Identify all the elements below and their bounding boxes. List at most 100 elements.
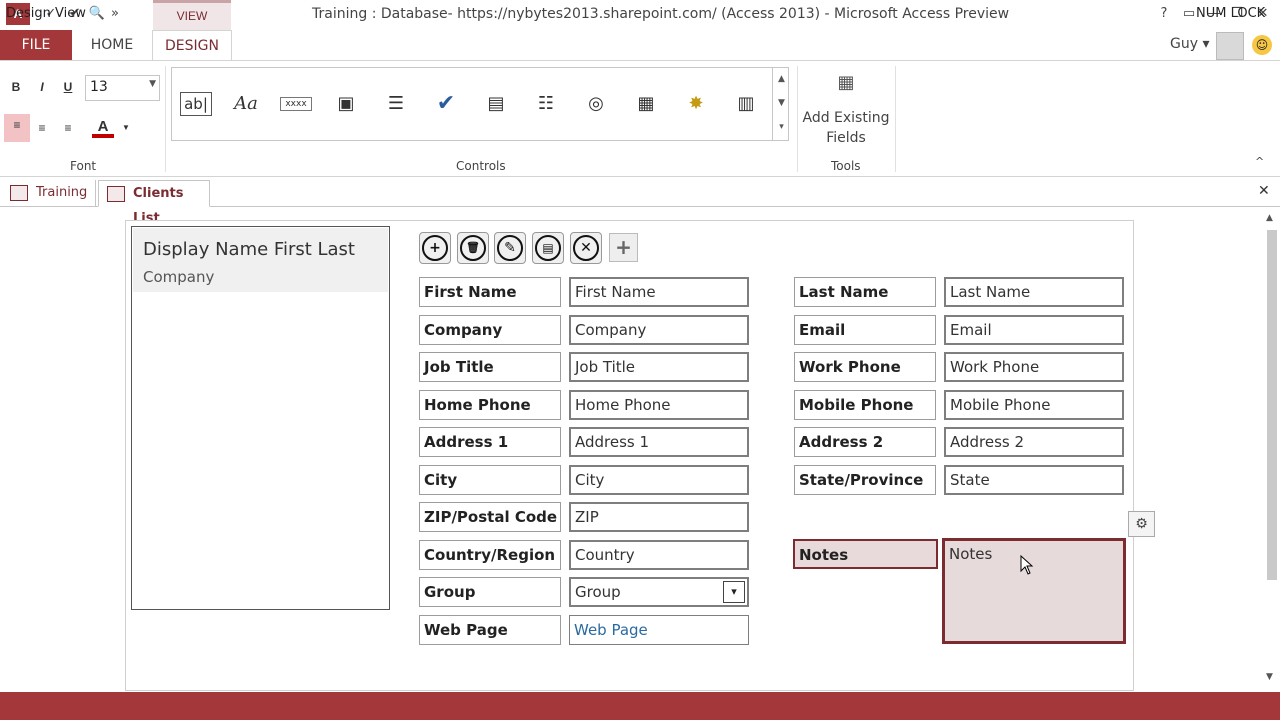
align-left-icon[interactable]: ≡ [4, 114, 30, 142]
tab-file[interactable]: FILE [0, 30, 72, 60]
gallery-more-icon[interactable]: ▾ [773, 115, 790, 139]
label-first-name[interactable]: First Name [419, 277, 561, 307]
label-group[interactable]: Group [419, 577, 561, 607]
label-job-title[interactable]: Job Title [419, 352, 561, 382]
status-view-mode: Design View [6, 6, 86, 21]
group-divider [165, 66, 166, 172]
field-country[interactable]: Country [569, 540, 749, 570]
font-size-select[interactable]: 13 ▼ [85, 75, 160, 101]
delete-action-button[interactable]: 🗑 [457, 232, 489, 264]
label-work-phone[interactable]: Work Phone [794, 352, 936, 382]
edit-action-button[interactable]: ✎ [494, 232, 526, 264]
add-existing-fields-button[interactable]: Add Existing Fields [802, 108, 890, 148]
label-zip[interactable]: ZIP/Postal Code [419, 502, 561, 532]
field-city[interactable]: City [569, 465, 749, 495]
smiley-feedback-icon[interactable]: ☺ [1252, 35, 1272, 55]
web-browser-control-icon[interactable]: ✸ [680, 89, 712, 119]
align-center-icon[interactable]: ≡ [31, 117, 53, 139]
context-tab-view[interactable]: VIEW [153, 0, 231, 30]
autocomplete-icon[interactable]: ☷ [530, 89, 562, 119]
user-name[interactable]: Guy ▾ [1170, 36, 1210, 52]
label-country-region[interactable]: Country/Region [419, 540, 561, 570]
user-menu-icon: ▾ [1202, 36, 1210, 52]
trash-icon: 🗑 [460, 235, 486, 261]
field-first-name[interactable]: First Name [569, 277, 749, 307]
field-group-combobox[interactable]: Group ▾ [569, 577, 749, 607]
underline-button[interactable]: U [57, 76, 79, 98]
label-home-phone[interactable]: Home Phone [419, 390, 561, 420]
help-icon[interactable]: ? [1151, 4, 1177, 24]
avatar[interactable] [1216, 32, 1244, 60]
tools-group-label: Tools [831, 159, 861, 173]
field-work-phone[interactable]: Work Phone [944, 352, 1124, 382]
field-job-title[interactable]: Job Title [569, 352, 749, 382]
font-color-dropdown-icon[interactable]: ▼ [115, 117, 137, 139]
label-address-2[interactable]: Address 2 [794, 427, 936, 457]
list-control[interactable]: Display Name First Last Company [131, 226, 390, 610]
vertical-scrollbar[interactable]: ▲ ▼ [1262, 210, 1280, 690]
scroll-thumb[interactable] [1267, 230, 1277, 580]
list-item[interactable]: Display Name First Last Company [133, 228, 388, 292]
gallery-up-icon[interactable]: ▲ [773, 67, 790, 91]
label-email[interactable]: Email [794, 315, 936, 345]
label-web-page[interactable]: Web Page [419, 615, 561, 645]
italic-button[interactable]: I [31, 76, 53, 98]
field-email[interactable]: Email [944, 315, 1124, 345]
controls-group-label: Controls [456, 159, 506, 173]
label-mobile-phone[interactable]: Mobile Phone [794, 390, 936, 420]
window-title: Training : Database- https://nybytes2013… [312, 6, 1010, 22]
align-right-icon[interactable]: ≡ [57, 117, 79, 139]
bold-button[interactable]: B [5, 76, 27, 98]
close-document-icon[interactable]: ✕ [1258, 183, 1270, 199]
status-bar [0, 692, 1280, 720]
field-address-2[interactable]: Address 2 [944, 427, 1124, 457]
field-notes[interactable]: Notes [942, 538, 1126, 644]
gallery-down-icon[interactable]: ▼ [773, 91, 790, 115]
pencil-icon: ✎ [497, 235, 523, 261]
multiline-textbox-icon[interactable]: xxxx [280, 97, 312, 111]
label-notes[interactable]: Notes [793, 539, 938, 569]
label-city[interactable]: City [419, 465, 561, 495]
label-state-province[interactable]: State/Province [794, 465, 936, 495]
field-company[interactable]: Company [569, 315, 749, 345]
access-window: A ✓ ✔ 🔍 » VIEW Training : Database- http… [0, 0, 1280, 720]
field-address-1[interactable]: Address 1 [569, 427, 749, 457]
chevron-down-icon[interactable]: ▾ [723, 581, 745, 603]
add-custom-action-button[interactable]: + [609, 233, 638, 262]
customize-qat-icon[interactable]: » [104, 4, 126, 24]
doc-tab-clients-list[interactable]: Clients List [98, 180, 210, 226]
data-properties-icon[interactable]: ⚙ [1128, 511, 1155, 537]
tab-design[interactable]: DESIGN [152, 30, 232, 60]
field-zip[interactable]: ZIP [569, 502, 749, 532]
hyperlink-control-icon[interactable]: ◎ [580, 89, 612, 119]
scroll-down-icon[interactable]: ▼ [1266, 672, 1273, 682]
field-last-name[interactable]: Last Name [944, 277, 1124, 307]
related-items-icon[interactable]: ▤ [480, 89, 512, 119]
scroll-up-icon[interactable]: ▲ [1266, 213, 1273, 223]
group-divider [895, 66, 896, 172]
image-control-icon[interactable]: ▣ [330, 89, 362, 119]
add-action-button[interactable]: + [419, 232, 451, 264]
checkbox-control-icon[interactable]: ✔ [430, 89, 462, 119]
doc-tab-training[interactable]: Training [2, 180, 96, 207]
label-last-name[interactable]: Last Name [794, 277, 936, 307]
textbox-control-icon[interactable]: ab| [180, 92, 212, 116]
label-company[interactable]: Company [419, 315, 561, 345]
save-action-button[interactable]: ▤ [532, 232, 564, 264]
collapse-ribbon-icon[interactable]: ^ [1255, 155, 1264, 168]
label-control-icon[interactable]: Aa [230, 89, 262, 119]
font-color-button[interactable]: A [92, 116, 114, 138]
field-home-phone[interactable]: Home Phone [569, 390, 749, 420]
button-control-icon[interactable]: ▥ [730, 89, 762, 119]
gallery-scroll[interactable]: ▲ ▼ ▾ [772, 67, 790, 141]
add-existing-fields-icon[interactable]: ▦ [831, 72, 861, 100]
subview-control-icon[interactable]: ▦ [630, 89, 662, 119]
field-mobile-phone[interactable]: Mobile Phone [944, 390, 1124, 420]
combobox-control-icon[interactable]: ☰ [380, 89, 412, 119]
group-value: Group [575, 583, 621, 601]
cancel-action-button[interactable]: ✕ [570, 232, 602, 264]
field-web-page[interactable]: Web Page [569, 615, 749, 645]
tab-home[interactable]: HOME [78, 30, 146, 60]
label-address-1[interactable]: Address 1 [419, 427, 561, 457]
field-state[interactable]: State [944, 465, 1124, 495]
